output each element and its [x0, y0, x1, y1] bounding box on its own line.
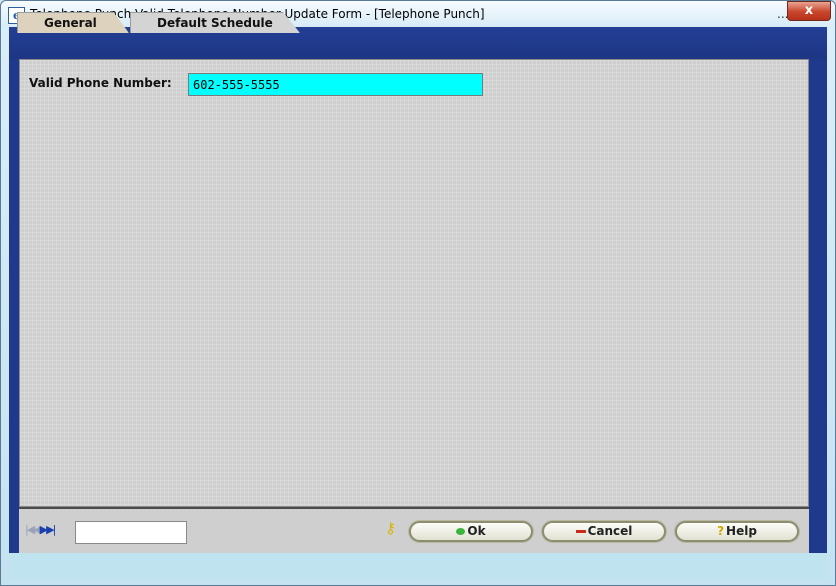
- record-number-input[interactable]: [75, 521, 187, 544]
- cancel-button[interactable]: Cancel: [542, 521, 666, 542]
- general-panel: Valid Phone Number:: [19, 59, 809, 507]
- status-strip: [9, 553, 827, 579]
- close-button[interactable]: x: [787, 1, 831, 21]
- help-icon: ?: [717, 524, 725, 538]
- help-button[interactable]: ? Help: [675, 521, 799, 542]
- record-navigator: |◀◀▶▶|: [25, 523, 56, 536]
- ok-button[interactable]: Ok: [409, 521, 533, 542]
- bottom-bar: |◀◀▶▶| ⚷ Ok Cancel ? Help: [19, 507, 809, 555]
- tab-default-schedule[interactable]: Default Schedule: [130, 12, 300, 33]
- first-record-icon[interactable]: |◀: [25, 523, 35, 536]
- window: e Telephone Punch Valid Telephone Number…: [0, 0, 836, 586]
- cancel-label: Cancel: [587, 524, 633, 538]
- ok-icon: [456, 528, 466, 535]
- help-label: Help: [726, 524, 757, 538]
- phone-label: Valid Phone Number:: [29, 76, 172, 90]
- last-record-icon[interactable]: ▶|: [46, 523, 56, 536]
- tab-general[interactable]: General: [17, 12, 129, 33]
- cancel-icon: [575, 530, 586, 533]
- key-icon: ⚷: [385, 519, 396, 537]
- phone-number-input[interactable]: [188, 73, 483, 96]
- title-bar: e Telephone Punch Valid Telephone Number…: [1, 1, 835, 27]
- ok-label: Ok: [467, 524, 486, 538]
